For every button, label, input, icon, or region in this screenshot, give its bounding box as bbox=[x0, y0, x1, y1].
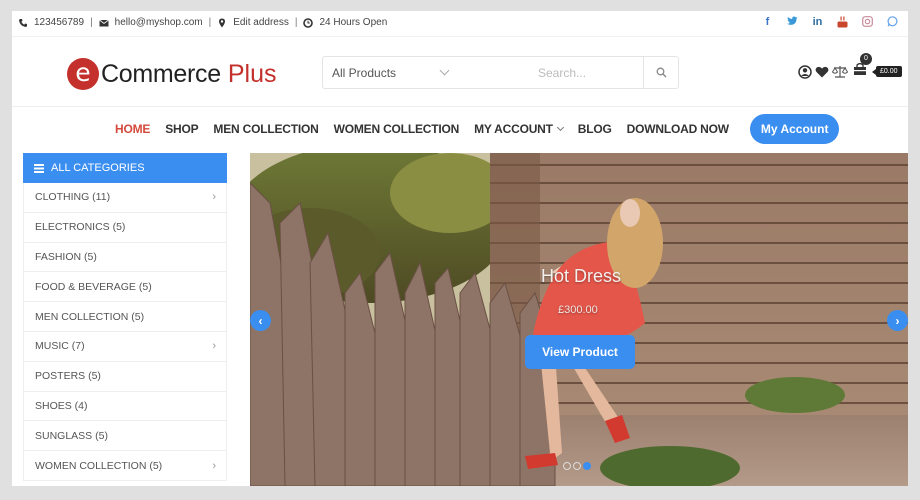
category-label: FOOD & BEVERAGE (5) bbox=[35, 280, 152, 293]
separator: | bbox=[208, 17, 212, 28]
category-sidebar: ALL CATEGORIES CLOTHING (11) › ELECTRONIC… bbox=[23, 153, 227, 486]
category-item-food-beverage[interactable]: FOOD & BEVERAGE (5) bbox=[24, 272, 226, 303]
chevron-right-icon: › bbox=[212, 459, 216, 472]
slider-dot-active[interactable] bbox=[583, 462, 591, 470]
search-bar: All Products bbox=[322, 56, 679, 89]
page: 123456789 | hello@myshop.com | Edit addr… bbox=[12, 11, 908, 486]
phone-number: 123456789 bbox=[34, 17, 85, 28]
category-label: SHOES (4) bbox=[35, 399, 88, 412]
hours-text: 24 Hours Open bbox=[319, 17, 388, 28]
logo-text: Commerce bbox=[101, 59, 221, 88]
category-select[interactable]: All Products bbox=[323, 57, 523, 88]
contact-info: 123456789 | hello@myshop.com | Edit addr… bbox=[18, 17, 387, 28]
category-label: WOMEN COLLECTION (5) bbox=[35, 459, 163, 472]
nav-item-blog[interactable]: BLOG bbox=[578, 122, 612, 136]
category-item-electronics[interactable]: ELECTRONICS (5) bbox=[24, 213, 226, 243]
twitter-icon[interactable] bbox=[787, 16, 798, 28]
slider-pagination bbox=[563, 462, 591, 470]
my-account-button[interactable]: My Account bbox=[749, 114, 840, 144]
category-item-posters[interactable]: POSTERS (5) bbox=[24, 362, 226, 392]
search-icon bbox=[656, 67, 666, 78]
nav-item-women-collection[interactable]: WOMEN COLLECTION bbox=[334, 122, 460, 136]
category-item-men-collection[interactable]: MEN COLLECTION (5) bbox=[24, 302, 226, 332]
category-label: FASHION (5) bbox=[35, 250, 97, 263]
list-icon bbox=[34, 163, 44, 173]
cart-total[interactable]: £0.00 bbox=[872, 66, 902, 77]
nav-item-my-account[interactable]: MY ACCOUNT bbox=[474, 122, 564, 136]
category-item-fashion[interactable]: FASHION (5) bbox=[24, 243, 226, 273]
nav-item-home[interactable]: HOME bbox=[115, 122, 150, 136]
separator: | bbox=[90, 17, 93, 28]
chevron-left-icon: ‹ bbox=[258, 313, 263, 328]
user-account-icon[interactable] bbox=[798, 64, 812, 79]
heart-icon[interactable] bbox=[815, 65, 829, 79]
social-links: f in bbox=[762, 16, 898, 28]
category-item-shoes[interactable]: SHOES (4) bbox=[24, 392, 226, 422]
header-actions: 0 £0.00 bbox=[798, 53, 902, 81]
nav-item-my-account-label: MY ACCOUNT bbox=[474, 122, 553, 136]
linkedin-icon[interactable]: in bbox=[812, 16, 823, 28]
chevron-down-icon bbox=[556, 123, 564, 132]
category-item-women-collection[interactable]: WOMEN COLLECTION (5) › bbox=[24, 451, 226, 481]
category-label: MUSIC (7) bbox=[35, 340, 85, 353]
main-navigation: HOME SHOP MEN COLLECTION WOMEN COLLECTIO… bbox=[12, 107, 908, 151]
clock-icon bbox=[303, 17, 314, 28]
slider-prev-button[interactable]: ‹ bbox=[250, 310, 271, 331]
slide-title: Hot Dress bbox=[541, 266, 622, 286]
map-pin-icon bbox=[219, 18, 226, 27]
phone-contact[interactable]: 123456789 bbox=[18, 17, 84, 28]
slider-dot[interactable] bbox=[573, 462, 581, 470]
address-contact[interactable]: Edit address bbox=[217, 17, 289, 28]
cart-count-badge: 0 bbox=[860, 53, 872, 65]
nav-item-download-now[interactable]: DOWNLOAD NOW bbox=[627, 122, 729, 136]
youtube-icon[interactable] bbox=[837, 16, 848, 28]
compare-scale-icon[interactable] bbox=[832, 65, 848, 79]
top-bar: 123456789 | hello@myshop.com | Edit addr… bbox=[12, 11, 908, 37]
category-label: ELECTRONICS (5) bbox=[35, 221, 126, 234]
envelope-icon bbox=[98, 19, 109, 26]
email-contact[interactable]: hello@myshop.com bbox=[98, 17, 203, 28]
instagram-icon[interactable] bbox=[862, 16, 873, 28]
slide-price: £300.00 bbox=[558, 304, 598, 316]
category-label: CLOTHING (11) bbox=[35, 191, 111, 204]
category-label: POSTERS (5) bbox=[35, 370, 101, 383]
address-text: Edit address bbox=[233, 17, 289, 28]
nav-item-shop[interactable]: SHOP bbox=[165, 122, 198, 136]
cart-button[interactable]: 0 bbox=[853, 53, 872, 81]
all-categories-header[interactable]: ALL CATEGORIES bbox=[23, 153, 227, 183]
hero-slider: Hot Dress £300.00 View Product ‹ › bbox=[250, 153, 908, 486]
chevron-right-icon: › bbox=[895, 313, 900, 328]
chevron-right-icon: › bbox=[212, 340, 216, 353]
site-logo[interactable]: e Commerce Plus bbox=[67, 58, 276, 90]
category-list: CLOTHING (11) › ELECTRONICS (5) FASHION (… bbox=[23, 183, 227, 481]
slide-caption: Hot Dress £300.00 View Product bbox=[250, 153, 908, 486]
chevron-down-icon bbox=[439, 65, 450, 76]
logo-badge: e bbox=[67, 58, 99, 90]
category-label: SUNGLASS (5) bbox=[35, 429, 108, 442]
site-header: e Commerce Plus All Products 0 £0.00 bbox=[12, 37, 908, 107]
facebook-icon[interactable]: f bbox=[762, 16, 773, 28]
category-item-clothing[interactable]: CLOTHING (11) › bbox=[24, 183, 226, 213]
hours-info: 24 Hours Open bbox=[303, 17, 387, 28]
search-button[interactable] bbox=[643, 57, 678, 88]
phone-icon bbox=[19, 18, 27, 27]
separator: | bbox=[294, 17, 298, 28]
category-item-sunglass[interactable]: SUNGLASS (5) bbox=[24, 421, 226, 452]
nav-item-men-collection[interactable]: MEN COLLECTION bbox=[213, 122, 318, 136]
slider-dot[interactable] bbox=[563, 462, 571, 470]
category-label: MEN COLLECTION (5) bbox=[35, 310, 145, 323]
category-select-value: All Products bbox=[332, 65, 397, 80]
nav-menu: HOME SHOP MEN COLLECTION WOMEN COLLECTIO… bbox=[115, 122, 744, 136]
category-item-music[interactable]: MUSIC (7) › bbox=[24, 332, 226, 362]
email-address: hello@myshop.com bbox=[114, 17, 203, 28]
view-product-button[interactable]: View Product bbox=[525, 335, 635, 369]
chevron-right-icon: › bbox=[212, 191, 216, 204]
logo-accent: Plus bbox=[227, 59, 277, 88]
whatsapp-icon[interactable] bbox=[887, 16, 898, 28]
search-input[interactable] bbox=[523, 65, 643, 80]
all-categories-title: ALL CATEGORIES bbox=[51, 162, 145, 174]
slider-next-button[interactable]: › bbox=[887, 310, 908, 331]
